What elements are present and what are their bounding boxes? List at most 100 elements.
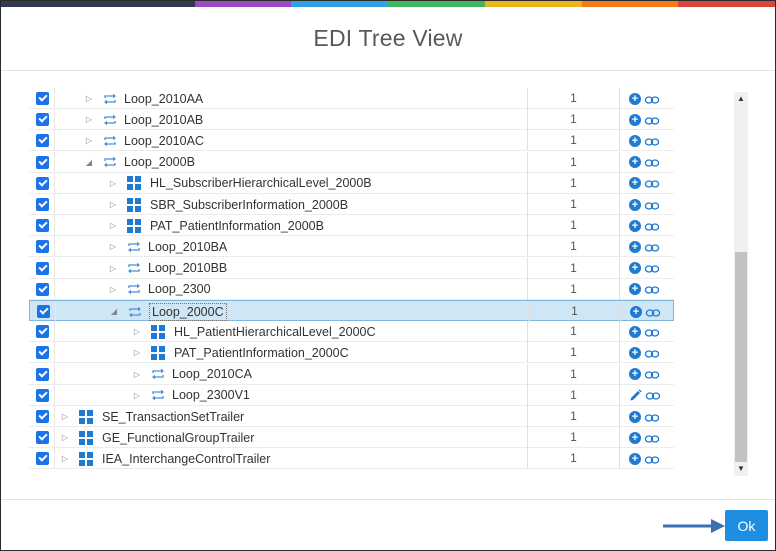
tree-row[interactable]: ▷ Loop_2010AA 1 + xyxy=(29,88,674,109)
tree-row[interactable]: ◢ Loop_2000B 1 + xyxy=(29,151,674,173)
link-icon[interactable] xyxy=(644,242,660,252)
link-icon[interactable] xyxy=(644,263,660,273)
node-label[interactable]: SBR_SubscriberInformation_2000B xyxy=(150,198,348,212)
node-label[interactable]: Loop_2010BB xyxy=(148,261,227,275)
vertical-scrollbar[interactable]: ▲ ▼ xyxy=(734,92,748,476)
tree-row[interactable]: ▷ GE_FunctionalGroupTrailer 1 + xyxy=(29,427,674,449)
row-checkbox[interactable] xyxy=(36,431,49,445)
plus-icon[interactable]: + xyxy=(629,431,641,444)
tree-row[interactable]: ▷ Loop_2010BA 1 + xyxy=(29,236,674,258)
collapsed-caret-icon[interactable]: ▷ xyxy=(107,200,119,209)
expanded-caret-icon[interactable]: ◢ xyxy=(108,307,120,316)
link-icon[interactable] xyxy=(645,390,661,400)
row-checkbox[interactable] xyxy=(37,305,50,318)
scroll-down-arrow-icon[interactable]: ▼ xyxy=(734,462,748,476)
expanded-caret-icon[interactable]: ◢ xyxy=(83,158,95,167)
collapsed-caret-icon[interactable]: ▷ xyxy=(59,433,71,442)
tree-row[interactable]: ◢ Loop_2000C 1 + xyxy=(29,300,674,322)
plus-icon[interactable]: + xyxy=(629,368,641,381)
collapsed-caret-icon[interactable]: ▷ xyxy=(59,412,71,421)
scroll-up-arrow-icon[interactable]: ▲ xyxy=(734,92,748,106)
collapsed-caret-icon[interactable]: ▷ xyxy=(83,136,95,145)
plus-icon[interactable]: + xyxy=(629,325,641,338)
link-icon[interactable] xyxy=(644,221,660,231)
row-checkbox[interactable] xyxy=(36,261,49,275)
tree-row[interactable]: ▷ Loop_2300 1 + xyxy=(29,278,674,300)
link-icon[interactable] xyxy=(644,412,660,422)
collapsed-caret-icon[interactable]: ▷ xyxy=(107,242,119,251)
node-label[interactable]: PAT_PatientInformation_2000C xyxy=(174,346,349,360)
plus-icon[interactable]: + xyxy=(629,452,641,465)
collapsed-caret-icon[interactable]: ▷ xyxy=(131,391,143,400)
plus-icon[interactable]: + xyxy=(629,113,641,126)
row-checkbox[interactable] xyxy=(36,155,49,169)
row-checkbox[interactable] xyxy=(36,325,49,339)
tree-row[interactable]: ▷ Loop_2010AC 1 + xyxy=(29,130,674,152)
collapsed-caret-icon[interactable]: ▷ xyxy=(131,348,143,357)
row-checkbox[interactable] xyxy=(36,388,49,402)
node-label[interactable]: SE_TransactionSetTrailer xyxy=(102,410,244,424)
node-label[interactable]: IEA_InterchangeControlTrailer xyxy=(102,452,270,466)
node-label[interactable]: Loop_2000C xyxy=(149,302,227,321)
tree-row[interactable]: ▷ PAT_PatientInformation_2000B 1 + xyxy=(29,215,674,237)
link-icon[interactable] xyxy=(644,178,660,188)
row-checkbox[interactable] xyxy=(36,134,49,148)
link-icon[interactable] xyxy=(644,136,660,146)
tree-row[interactable]: ▷ IEA_InterchangeControlTrailer 1 + xyxy=(29,448,674,470)
collapsed-caret-icon[interactable]: ▷ xyxy=(59,454,71,463)
pencil-icon[interactable] xyxy=(629,389,642,402)
plus-icon[interactable]: + xyxy=(629,240,641,253)
tree-row[interactable]: ▷ SBR_SubscriberInformation_2000B 1 + xyxy=(29,194,674,215)
node-label[interactable]: Loop_2300 xyxy=(148,282,211,296)
node-label[interactable]: HL_PatientHierarchicalLevel_2000C xyxy=(174,325,376,339)
ok-button[interactable]: Ok xyxy=(725,510,768,541)
collapsed-caret-icon[interactable]: ▷ xyxy=(131,370,143,379)
tree-row[interactable]: ▷ Loop_2010AB 1 + xyxy=(29,109,674,131)
tree-row[interactable]: ▷ SE_TransactionSetTrailer 1 + xyxy=(29,406,674,427)
link-icon[interactable] xyxy=(644,115,660,125)
row-checkbox[interactable] xyxy=(36,113,49,127)
collapsed-caret-icon[interactable]: ▷ xyxy=(107,285,119,294)
row-checkbox[interactable] xyxy=(36,282,49,296)
link-icon[interactable] xyxy=(644,369,660,379)
node-label[interactable]: Loop_2010BA xyxy=(148,240,227,254)
row-checkbox[interactable] xyxy=(36,367,49,381)
row-checkbox[interactable] xyxy=(36,346,49,360)
node-label[interactable]: HL_SubscriberHierarchicalLevel_2000B xyxy=(150,176,372,190)
plus-icon[interactable]: + xyxy=(629,177,641,190)
node-label[interactable]: PAT_PatientInformation_2000B xyxy=(150,219,324,233)
node-label[interactable]: Loop_2010CA xyxy=(172,367,252,381)
plus-icon[interactable]: + xyxy=(630,305,642,318)
row-checkbox[interactable] xyxy=(36,240,49,254)
collapsed-caret-icon[interactable]: ▷ xyxy=(107,264,119,273)
row-checkbox[interactable] xyxy=(36,452,49,466)
collapsed-caret-icon[interactable]: ▷ xyxy=(107,179,119,188)
collapsed-caret-icon[interactable]: ▷ xyxy=(131,327,143,336)
tree-row[interactable]: ▷ Loop_2010CA 1 + xyxy=(29,363,674,385)
row-checkbox[interactable] xyxy=(36,176,49,190)
tree-row[interactable]: ▷ Loop_2010BB 1 + xyxy=(29,257,674,279)
plus-icon[interactable]: + xyxy=(629,134,641,147)
plus-icon[interactable]: + xyxy=(629,346,641,359)
link-icon[interactable] xyxy=(644,348,660,358)
link-icon[interactable] xyxy=(644,433,660,443)
link-icon[interactable] xyxy=(645,307,661,317)
plus-icon[interactable]: + xyxy=(629,198,641,211)
collapsed-caret-icon[interactable]: ▷ xyxy=(107,221,119,230)
node-label[interactable]: Loop_2300V1 xyxy=(172,388,250,402)
row-checkbox[interactable] xyxy=(36,92,49,105)
tree-row[interactable]: ▷ PAT_PatientInformation_2000C 1 + xyxy=(29,342,674,364)
node-label[interactable]: Loop_2010AA xyxy=(124,92,203,106)
link-icon[interactable] xyxy=(644,94,660,104)
plus-icon[interactable]: + xyxy=(629,92,641,105)
link-icon[interactable] xyxy=(644,200,660,210)
tree-row[interactable]: ▷ HL_SubscriberHierarchicalLevel_2000B 1 + xyxy=(29,172,674,194)
collapsed-caret-icon[interactable]: ▷ xyxy=(83,94,95,103)
row-checkbox[interactable] xyxy=(36,198,49,211)
plus-icon[interactable]: + xyxy=(629,219,641,232)
row-checkbox[interactable] xyxy=(36,219,49,233)
collapsed-caret-icon[interactable]: ▷ xyxy=(83,115,95,124)
row-checkbox[interactable] xyxy=(36,410,49,423)
tree-row[interactable]: ▷ Loop_2300V1 1 xyxy=(29,384,674,406)
node-label[interactable]: Loop_2000B xyxy=(124,155,195,169)
